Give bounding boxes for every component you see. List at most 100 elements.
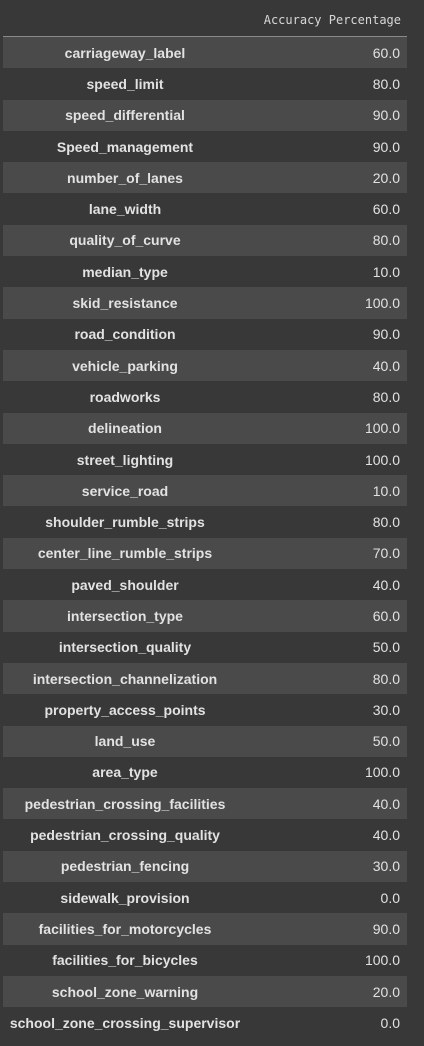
table-row: facilities_for_bicycles 100.0 [3, 944, 407, 976]
table-row: skid_resistance 100.0 [3, 287, 407, 319]
table-row: roadworks 80.0 [3, 381, 407, 413]
accuracy-value: 10.0 [372, 482, 400, 499]
table-row: Speed_management 90.0 [3, 130, 407, 163]
table-row: median_type 10.0 [3, 256, 407, 288]
row-index-label: intersection_quality [58, 639, 192, 656]
table-row: intersection_channelization 80.0 [3, 662, 407, 695]
table-row: area_type 100.0 [3, 756, 407, 789]
table-row: paved_shoulder 40.0 [3, 569, 407, 601]
accuracy-value: 20.0 [372, 983, 400, 1000]
table-row: pedestrian_crossing_facilities 40.0 [3, 788, 407, 820]
accuracy-value: 0.0 [380, 1014, 400, 1031]
table-row: road_condition 90.0 [3, 318, 407, 350]
table-body: carriageway_label 60.0 speed_limit 80.0 spee… [3, 36, 407, 1039]
row-index-label: carriageway_label [64, 44, 186, 61]
table-row: pedestrian_crossing_quality 40.0 [3, 819, 407, 851]
row-index-label: pedestrian_crossing_facilities [24, 795, 226, 812]
accuracy-value: 90.0 [372, 107, 400, 124]
row-index-label: school_zone_crossing_supervisor [9, 1014, 241, 1031]
dataframe-output: Accuracy Percentage carriageway_label 60.… [0, 0, 424, 1046]
row-index-label: pedestrian_crossing_quality [30, 827, 220, 844]
accuracy-table: Accuracy Percentage carriageway_label 60.… [3, 4, 407, 1039]
row-index-label: area_type [92, 764, 158, 781]
row-index-label: vehicle_parking [72, 357, 178, 374]
row-index-label: intersection_channelization [32, 670, 218, 687]
accuracy-value: 100.0 [364, 295, 400, 312]
accuracy-value: 90.0 [372, 326, 400, 343]
table-row: intersection_type 60.0 [3, 600, 407, 632]
row-index-label: delineation [88, 420, 162, 437]
table-row: speed_limit 80.0 [3, 68, 407, 100]
row-index-label: property_access_points [44, 701, 206, 718]
row-index-label: pedestrian_fencing [60, 858, 190, 875]
accuracy-value: 0.0 [380, 889, 400, 906]
row-index-label: roadworks [89, 388, 161, 405]
row-index-label: speed_differential [65, 107, 185, 124]
row-index-label: land_use [94, 733, 156, 750]
header-row: Accuracy Percentage [3, 4, 407, 37]
row-index-label: center_line_rumble_strips [37, 545, 213, 562]
accuracy-value: 90.0 [372, 920, 400, 937]
accuracy-value: 60.0 [372, 201, 400, 218]
table-row: shoulder_rumble_strips 80.0 [3, 506, 407, 538]
row-index-label: median_type [82, 263, 168, 280]
accuracy-value: 100.0 [364, 952, 400, 969]
table-row: lane_width 60.0 [3, 193, 407, 225]
accuracy-value: 100.0 [364, 420, 400, 437]
accuracy-value: 100.0 [364, 451, 400, 468]
column-header-accuracy: Accuracy Percentage [247, 4, 407, 37]
table-row: service_road 10.0 [3, 475, 407, 507]
row-index-label: lane_width [88, 201, 162, 218]
accuracy-value: 90.0 [372, 138, 400, 155]
table-row: intersection_quality 50.0 [3, 631, 407, 663]
accuracy-value: 60.0 [372, 44, 400, 61]
row-index-label: quality_of_curve [69, 232, 181, 249]
table-row: street_lighting 100.0 [3, 443, 407, 476]
index-header [3, 4, 247, 37]
accuracy-value: 40.0 [372, 576, 400, 593]
accuracy-value: 80.0 [372, 670, 400, 687]
table-header: Accuracy Percentage [3, 4, 407, 37]
row-index-label: speed_limit [86, 75, 164, 92]
row-index-label: school_zone_warning [51, 983, 199, 1000]
row-index-label: number_of_lanes [67, 169, 183, 186]
table-row: delineation 100.0 [3, 412, 407, 444]
accuracy-value: 100.0 [364, 764, 400, 781]
accuracy-value: 80.0 [372, 514, 400, 531]
accuracy-value: 50.0 [372, 733, 400, 750]
table-row: land_use 50.0 [3, 725, 407, 757]
table-row: facilities_for_motorcycles 90.0 [3, 913, 407, 945]
table-row: property_access_points 30.0 [3, 694, 407, 726]
accuracy-value: 40.0 [372, 795, 400, 812]
row-index-label: skid_resistance [72, 295, 178, 312]
accuracy-value: 30.0 [372, 701, 400, 718]
table-row: sidewalk_provision 0.0 [3, 882, 407, 914]
row-index-label: street_lighting [76, 451, 174, 468]
accuracy-value: 40.0 [372, 357, 400, 374]
accuracy-value: 80.0 [372, 75, 400, 92]
accuracy-value: 30.0 [372, 858, 400, 875]
table-row: quality_of_curve 80.0 [3, 224, 407, 257]
accuracy-value: 70.0 [372, 545, 400, 562]
accuracy-value: 80.0 [372, 388, 400, 405]
row-index-label: road_condition [74, 326, 176, 343]
row-index-label: facilities_for_motorcycles [38, 920, 212, 937]
table-row: school_zone_warning 20.0 [3, 975, 407, 1008]
row-index-label: sidewalk_provision [60, 889, 190, 906]
accuracy-value: 60.0 [372, 607, 400, 624]
table-row: school_zone_crossing_supervisor 0.0 [3, 1007, 407, 1039]
row-index-label: intersection_type [67, 607, 183, 624]
table-row: speed_differential 90.0 [3, 99, 407, 131]
row-index-label: service_road [81, 482, 169, 499]
table-row: vehicle_parking 40.0 [3, 349, 407, 382]
accuracy-value: 80.0 [372, 232, 400, 249]
table-row: number_of_lanes 20.0 [3, 162, 407, 194]
row-index-label: facilities_for_bicycles [52, 952, 198, 969]
row-index-label: paved_shoulder [71, 576, 179, 593]
table-row: carriageway_label 60.0 [3, 36, 407, 69]
accuracy-value: 10.0 [372, 263, 400, 280]
table-row: center_line_rumble_strips 70.0 [3, 537, 407, 570]
table-row: pedestrian_fencing 30.0 [3, 850, 407, 883]
accuracy-value: 20.0 [372, 169, 400, 186]
accuracy-value: 50.0 [372, 639, 400, 656]
